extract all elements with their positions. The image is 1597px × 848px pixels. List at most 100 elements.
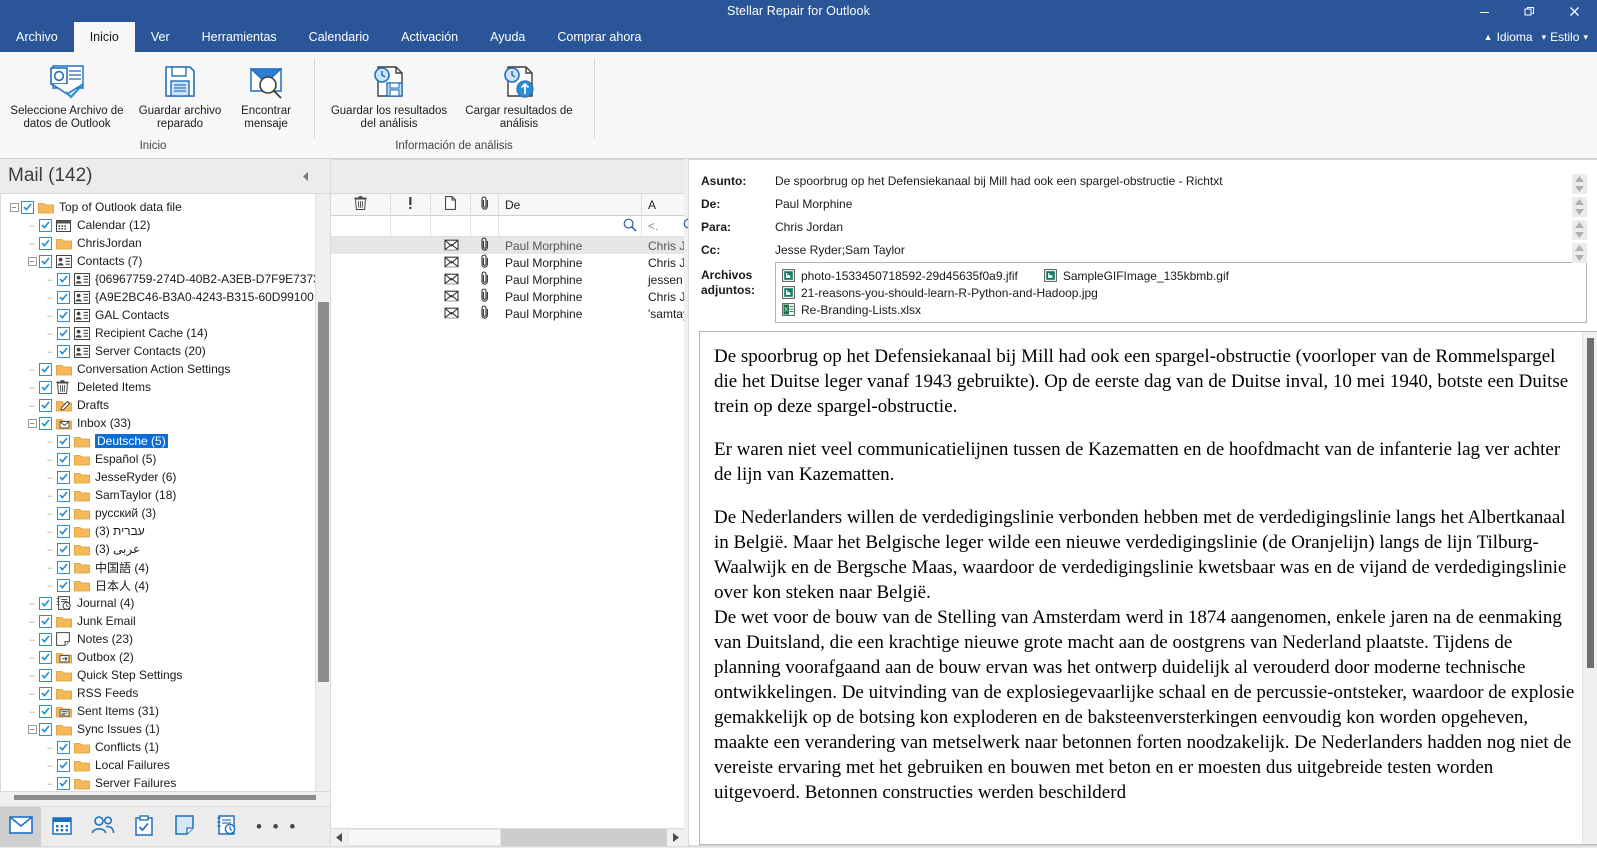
folder-tree-item[interactable]: … Deleted Items (1, 378, 330, 396)
folder-tree-item[interactable]: … Español (5) (1, 450, 330, 468)
folder-tree-item[interactable]: … ChrisJordan (1, 234, 330, 252)
nav-calendar[interactable] (41, 807, 82, 847)
attachment-item[interactable]: photo-1533450718592-29d45635f0a9.jfif (782, 267, 1018, 284)
attachment-item[interactable]: 21-reasons-you-should-learn-R-Python-and… (782, 284, 1098, 301)
close-button[interactable] (1552, 0, 1597, 22)
folder-checkbox[interactable] (39, 614, 52, 628)
tree-expander-collapse-icon[interactable]: − (25, 416, 39, 430)
folder-tree-item[interactable]: … 日本人 (4) (1, 576, 330, 594)
tab-inicio[interactable]: Inicio (73, 22, 135, 52)
cc-spinner[interactable] (1572, 243, 1587, 263)
folder-checkbox[interactable] (57, 326, 70, 340)
message-row[interactable]: Paul Morphine jessen (331, 271, 684, 288)
folder-tree-item[interactable]: … GAL Contacts (1, 306, 330, 324)
folder-tree-item[interactable]: … JesseRyder (6) (1, 468, 330, 486)
folder-checkbox[interactable] (57, 524, 70, 538)
column-header-from-column[interactable]: De (499, 193, 642, 216)
folder-tree-item[interactable]: − Contacts (7) (1, 252, 330, 270)
message-body-scroll-thumb[interactable] (1587, 338, 1594, 668)
tab-herramientas[interactable]: Herramientas (186, 22, 293, 52)
tab-ver[interactable]: Ver (135, 22, 186, 52)
folder-checkbox[interactable] (57, 776, 70, 790)
column-header-attachment-column[interactable] (471, 193, 499, 216)
folder-checkbox[interactable] (39, 668, 52, 682)
tab-archivo[interactable]: Archivo (0, 22, 74, 52)
spinner-down-icon[interactable] (1572, 207, 1587, 217)
folder-checkbox[interactable] (39, 704, 52, 718)
tab-comprar-ahora[interactable]: Comprar ahora (541, 22, 657, 52)
folder-checkbox[interactable] (57, 740, 70, 754)
folder-tree-item[interactable]: … عربى (3) (1, 540, 330, 558)
folder-tree-item[interactable]: … Conversation Action Settings (1, 360, 330, 378)
folder-checkbox[interactable] (39, 632, 52, 646)
hscroll-right-arrow[interactable] (667, 828, 684, 846)
message-row[interactable]: Paul Morphine Chris J (331, 254, 684, 271)
folder-checkbox[interactable] (39, 398, 52, 412)
nav-notes[interactable] (164, 807, 205, 847)
folder-checkbox[interactable] (57, 452, 70, 466)
folder-checkbox[interactable] (39, 686, 52, 700)
folder-checkbox[interactable] (39, 236, 52, 250)
para-spinner[interactable] (1572, 220, 1587, 240)
spinner-down-icon[interactable] (1572, 230, 1587, 240)
spinner-up-icon[interactable] (1572, 174, 1587, 184)
folder-checkbox[interactable] (57, 758, 70, 772)
search-icon[interactable] (623, 218, 637, 235)
folder-checkbox[interactable] (57, 272, 70, 286)
folder-checkbox[interactable] (57, 434, 70, 448)
folder-tree-item[interactable]: … Server Failures (1, 774, 330, 791)
hscroll-thumb[interactable] (348, 828, 502, 846)
folder-checkbox[interactable] (57, 506, 70, 520)
folder-tree-item[interactable]: … {06967759-274D-40B2-A3EB-D7F9E7373 (1, 270, 330, 288)
nav-people[interactable] (82, 807, 123, 847)
tab-activacion[interactable]: Activación (385, 22, 474, 52)
tree-expander-collapse-icon[interactable]: − (25, 722, 39, 736)
de-spinner[interactable] (1572, 197, 1587, 217)
search-input-from[interactable] (499, 215, 642, 237)
tab-ayuda[interactable]: Ayuda (474, 22, 541, 52)
find-message-button[interactable]: Encontrar mensaje (228, 57, 304, 131)
folder-tree-hscroll-thumb[interactable] (14, 795, 316, 800)
tab-calendario[interactable]: Calendario (293, 22, 385, 52)
folder-checkbox[interactable] (57, 488, 70, 502)
nav-more-button[interactable]: • • • (246, 817, 298, 837)
folder-checkbox[interactable] (21, 200, 34, 214)
folder-tree-item[interactable]: … Conflicts (1) (1, 738, 330, 756)
spinner-up-icon[interactable] (1572, 243, 1587, 253)
tree-expander-collapse-icon[interactable]: − (7, 200, 21, 214)
select-outlook-data-file-button[interactable]: Seleccione Archivo de datos de Outlook (2, 57, 132, 131)
spinner-up-icon[interactable] (1572, 220, 1587, 230)
column-header-delete-column[interactable] (331, 193, 391, 216)
collapse-pane-button[interactable] (300, 170, 312, 182)
maximize-restore-button[interactable] (1507, 0, 1552, 22)
nav-tasks[interactable] (123, 807, 164, 847)
idioma-dropdown[interactable]: ▲ Idioma (1481, 30, 1536, 44)
folder-tree-item[interactable]: − Inbox (33) (1, 414, 330, 432)
tree-expander-collapse-icon[interactable]: − (25, 254, 39, 268)
folder-tree-item[interactable]: … RSS Feeds (1, 684, 330, 702)
folder-tree-item[interactable]: … {A9E2BC46-B3A0-4243-B315-60D99100 (1, 288, 330, 306)
nav-mail[interactable] (0, 806, 41, 847)
folder-tree-item[interactable]: … Local Failures (1, 756, 330, 774)
message-row[interactable]: Paul Morphine Chris J (331, 237, 684, 254)
save-repaired-file-button[interactable]: Guardar archivo reparado (132, 57, 228, 131)
spinner-down-icon[interactable] (1572, 184, 1587, 194)
hscroll-left-arrow[interactable] (331, 828, 348, 846)
asunto-spinner[interactable] (1572, 174, 1587, 194)
folder-checkbox[interactable] (39, 650, 52, 664)
folder-tree-item[interactable]: … Junk Email (1, 612, 330, 630)
folder-tree-item[interactable]: … Calendar (12) (1, 216, 330, 234)
folder-tree-item[interactable]: … עברית (3) (1, 522, 330, 540)
attachment-item[interactable]: X Re-Branding-Lists.xlsx (782, 301, 1554, 318)
hscroll-track[interactable] (348, 828, 667, 846)
folder-checkbox[interactable] (39, 596, 52, 610)
folder-tree-item[interactable]: … Recipient Cache (14) (1, 324, 330, 342)
folder-tree-item[interactable]: − Top of Outlook data file (1, 198, 330, 216)
message-list-hscrollbar[interactable] (331, 828, 684, 846)
folder-tree-item[interactable]: … Deutsche (5) (1, 432, 330, 450)
column-header-type-column[interactable] (431, 193, 471, 216)
folder-tree-item[interactable]: … SamTaylor (18) (1, 486, 330, 504)
folder-checkbox[interactable] (39, 254, 52, 268)
folder-checkbox[interactable] (57, 578, 70, 592)
message-row[interactable]: Paul Morphine 'samtay (331, 305, 684, 322)
